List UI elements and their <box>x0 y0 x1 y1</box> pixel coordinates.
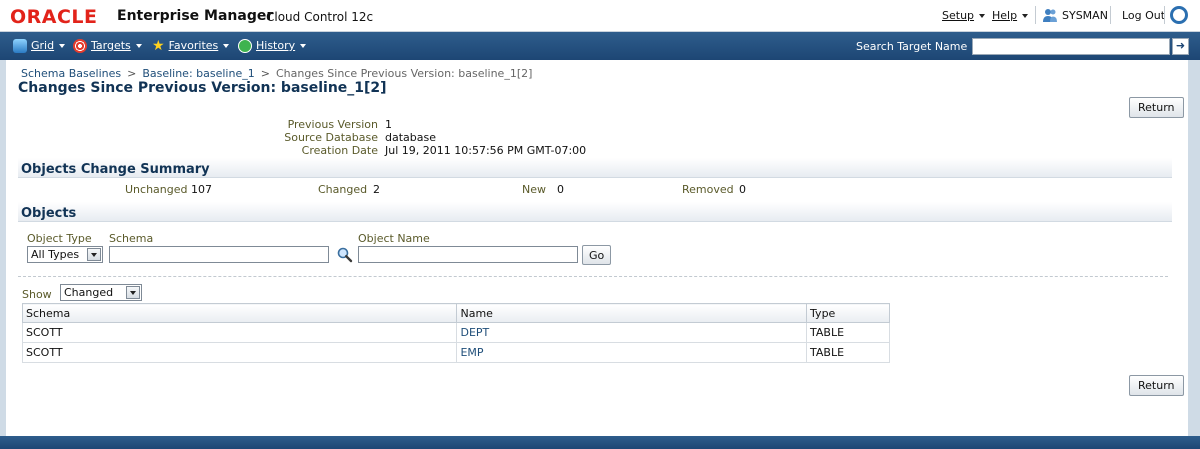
object-type-selected-value: All Types <box>31 248 80 261</box>
cell-type: TABLE <box>806 342 890 363</box>
cell-schema: SCOTT <box>21 322 458 343</box>
page-title: Changes Since Previous Version: baseline… <box>18 80 387 96</box>
show-filter-select[interactable]: Changed <box>60 284 142 301</box>
search-target-label: Search Target Name <box>856 40 968 53</box>
oracle-logo: ORACLE <box>10 6 98 28</box>
chevron-down-icon <box>135 44 142 48</box>
history-icon <box>238 39 252 53</box>
navigation-bar: Grid Targets ★ Favorites History Search T… <box>0 32 1200 60</box>
nav-history[interactable]: History <box>238 39 307 53</box>
chevron-down-icon <box>300 44 307 48</box>
removed-label: Removed <box>682 183 734 196</box>
previous-version-value: 1 <box>385 118 392 131</box>
object-name-input[interactable] <box>358 246 578 263</box>
cell-name: DEPT <box>456 322 808 343</box>
breadcrumb: Schema Baselines > Baseline: baseline_1 > Ch… <box>21 67 532 80</box>
objects-header: Objects <box>18 202 1172 222</box>
objects-table: Schema Name Type SCOTT DEPT TABLE SCOTT … <box>21 303 890 363</box>
user-menu[interactable]: SYSMAN <box>1062 9 1108 22</box>
schema-input[interactable] <box>109 246 329 263</box>
help-menu[interactable]: Help <box>992 9 1029 22</box>
new-value: 0 <box>557 183 564 196</box>
return-button-top[interactable]: Return <box>1129 97 1184 118</box>
logout-link[interactable]: Log Out <box>1122 9 1165 22</box>
table-row: SCOTT DEPT TABLE <box>21 322 890 343</box>
cell-name: EMP <box>456 342 808 363</box>
breadcrumb-baseline[interactable]: Baseline: baseline_1 <box>142 67 254 80</box>
chevron-down-icon <box>223 44 230 48</box>
nav-favorites[interactable]: ★ Favorites <box>152 38 230 54</box>
targets-icon <box>73 39 87 53</box>
grid-icon <box>13 39 27 53</box>
return-button-bottom[interactable]: Return <box>1129 375 1184 396</box>
column-header-name: Name <box>456 303 808 323</box>
objects-change-summary-header: Objects Change Summary <box>18 158 1172 178</box>
nav-grid[interactable]: Grid <box>13 39 66 53</box>
product-version: Cloud Control 12c <box>266 10 374 24</box>
source-database-value: database <box>385 131 436 144</box>
nav-history-label: History <box>256 39 296 52</box>
breadcrumb-separator: > <box>127 67 137 80</box>
nav-grid-label: Grid <box>31 39 55 52</box>
chevron-down-icon <box>87 248 101 261</box>
cell-schema: SCOTT <box>21 342 458 363</box>
creation-date-label: Creation Date <box>301 144 378 157</box>
new-label: New <box>522 183 546 196</box>
content-frame-bottom <box>0 436 1200 449</box>
previous-version-label: Previous Version <box>287 118 378 131</box>
magnifier-icon[interactable] <box>336 246 353 263</box>
column-header-schema: Schema <box>21 303 458 323</box>
nav-targets[interactable]: Targets <box>73 39 142 53</box>
schema-label: Schema <box>109 232 154 245</box>
object-type-select[interactable]: All Types <box>27 246 103 263</box>
star-icon: ★ <box>152 38 165 54</box>
chevron-down-icon <box>126 286 140 299</box>
object-name-label: Object Name <box>358 232 430 245</box>
separator <box>1164 6 1165 24</box>
chevron-down-icon <box>59 44 66 48</box>
object-link[interactable]: EMP <box>460 346 483 359</box>
breadcrumb-current: Changes Since Previous Version: baseline… <box>275 67 533 80</box>
changed-label: Changed <box>318 183 368 196</box>
cell-type: TABLE <box>806 322 890 343</box>
nav-targets-label: Targets <box>91 39 131 52</box>
table-row: SCOTT EMP TABLE <box>21 342 890 363</box>
search-target-menu[interactable]: Search Target Name <box>856 40 979 53</box>
setup-label: Setup <box>942 9 975 22</box>
object-link[interactable]: DEPT <box>460 326 489 339</box>
search-target-input[interactable] <box>972 38 1170 55</box>
removed-value: 0 <box>739 183 746 196</box>
table-header-row: Schema Name Type <box>21 303 890 323</box>
source-database-label: Source Database <box>284 131 378 144</box>
brand-bar: ORACLE Enterprise Manager Cloud Control … <box>0 0 1200 32</box>
breadcrumb-schema-baselines[interactable]: Schema Baselines <box>21 67 121 80</box>
setup-menu[interactable]: Setup <box>942 9 986 22</box>
unchanged-label: Unchanged <box>125 183 188 196</box>
creation-date-value: Jul 19, 2011 10:57:56 PM GMT-07:00 <box>385 144 587 157</box>
objects-change-summary-title: Objects Change Summary <box>21 162 210 177</box>
unchanged-value: 107 <box>191 183 212 196</box>
show-label: Show <box>22 288 52 301</box>
oracle-help-icon[interactable] <box>1170 6 1188 24</box>
search-go-button[interactable]: ➜ <box>1172 38 1189 55</box>
objects-title: Objects <box>21 206 77 221</box>
chevron-down-icon <box>1022 14 1029 18</box>
product-name: Enterprise Manager <box>117 8 274 24</box>
object-type-label: Object Type <box>27 232 92 245</box>
column-header-type: Type <box>806 303 890 323</box>
user-icon <box>1043 9 1057 22</box>
app-window: ORACLE Enterprise Manager Cloud Control … <box>0 0 1200 449</box>
nav-favorites-label: Favorites <box>168 39 219 52</box>
show-filter-selected-value: Changed <box>64 286 114 299</box>
content-frame-right <box>1188 60 1200 439</box>
separator <box>1035 6 1036 24</box>
go-button[interactable]: Go <box>582 245 612 265</box>
separator <box>1110 6 1111 24</box>
chevron-down-icon <box>979 14 986 18</box>
content-frame-left <box>0 60 6 439</box>
breadcrumb-separator: > <box>260 67 270 80</box>
divider <box>18 276 1168 277</box>
changed-value: 2 <box>373 183 380 196</box>
help-label: Help <box>992 9 1018 22</box>
